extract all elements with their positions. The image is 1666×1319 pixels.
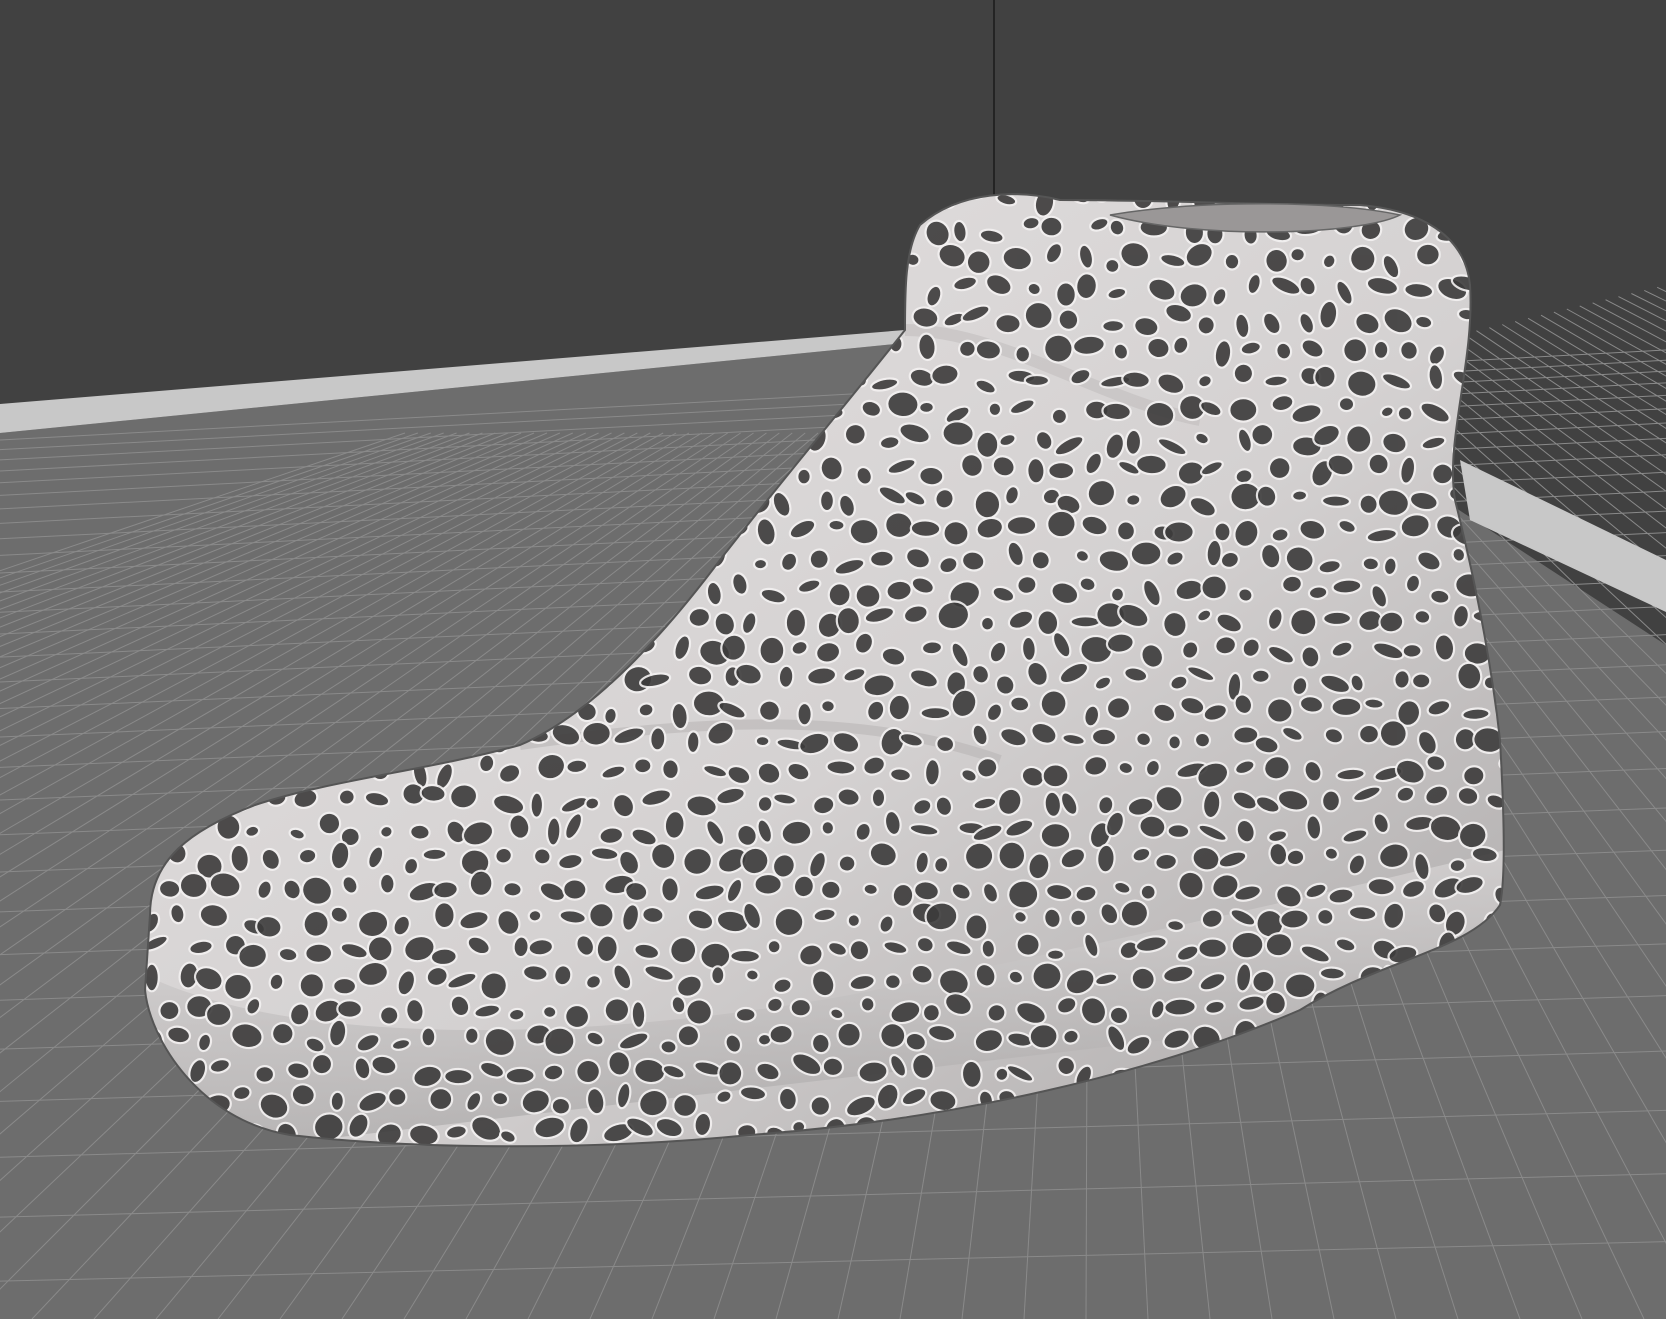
3d-viewport[interactable] [0,0,1666,1319]
